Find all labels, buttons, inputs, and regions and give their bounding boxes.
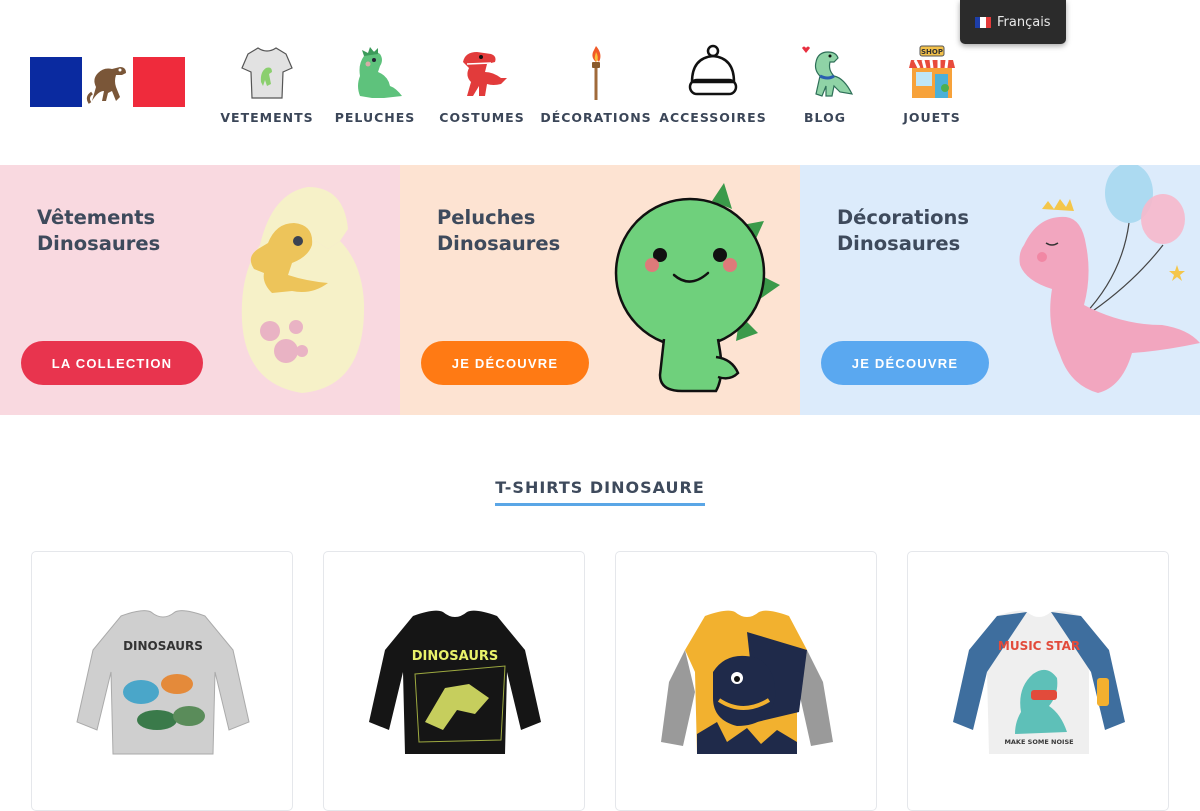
nav-label: BLOG	[804, 110, 846, 125]
banner-title: Décorations Dinosaures	[837, 205, 1037, 257]
nav-label: DÉCORATIONS	[540, 110, 652, 125]
banner-title: Peluches Dinosaures	[437, 205, 637, 257]
music-star-raglan-longsleeve-image: MUSIC STAR MAKE SOME NOISE	[953, 610, 1125, 754]
black-dinosaurs-longsleeve-image: DINOSAURS	[369, 610, 541, 754]
yellow-dino-mouth-longsleeve-image	[661, 610, 833, 754]
nav-label: VETEMENTS	[220, 110, 314, 125]
logo-red-stripe	[133, 57, 185, 107]
banner-title-line1: Décorations	[837, 206, 970, 229]
section-heading: T-SHIRTS DINOSAURE	[495, 478, 705, 506]
la-collection-button[interactable]: LA COLLECTION	[21, 341, 203, 385]
product-card[interactable]: DINOSAURS	[31, 551, 293, 811]
banner-title-line1: Peluches	[437, 206, 536, 229]
nav-item-peluches[interactable]: PELUCHES	[315, 40, 435, 125]
shirt-print-text: DINOSAURS	[123, 639, 203, 653]
shirt-print-text: MUSIC STAR	[998, 639, 1080, 653]
french-flag-icon	[975, 16, 991, 28]
grey-dinosaurs-longsleeve-image: DINOSAURS	[76, 610, 250, 755]
banner-title: Vêtements Dinosaures	[37, 205, 237, 257]
torch-icon	[592, 46, 601, 100]
nav-item-blog[interactable]: BLOG	[765, 40, 885, 125]
red-dino-costume-icon	[463, 52, 507, 96]
nav-item-jouets[interactable]: SHOP JOUETS	[872, 40, 992, 125]
banner-title-line2: Dinosaures	[837, 232, 961, 255]
product-card[interactable]: MUSIC STAR MAKE SOME NOISE	[907, 551, 1169, 811]
banner-vetements[interactable]: Vêtements Dinosaures LA COLLECTION	[0, 165, 400, 415]
banner-title-line1: Vêtements	[37, 206, 156, 229]
nav-label: ACCESSOIRES	[659, 110, 767, 125]
language-label: Français	[997, 14, 1051, 30]
banner-peluches[interactable]: Peluches Dinosaures JE DÉCOUVRE	[400, 165, 800, 415]
nav-item-accessoires[interactable]: ACCESSOIRES	[653, 40, 773, 125]
nav-label: PELUCHES	[334, 110, 416, 125]
svg-text:SHOP: SHOP	[921, 48, 943, 56]
toy-shop-icon: SHOP	[909, 45, 955, 98]
beanie-icon	[688, 44, 738, 96]
logo-dino-center	[82, 57, 133, 107]
je-decouvre-decorations-button[interactable]: JE DÉCOUVRE	[821, 341, 989, 385]
shirt-print-subtext: MAKE SOME NOISE	[1004, 738, 1073, 746]
category-banners: Vêtements Dinosaures LA COLLECTION Peluc…	[0, 165, 1200, 415]
nav-label: COSTUMES	[439, 110, 525, 125]
tshirt-dino-icon	[241, 47, 293, 99]
nav-item-vetements[interactable]: VETEMENTS	[207, 40, 327, 125]
logo-blue-stripe	[30, 57, 82, 107]
pink-dino-balloons-icon	[1019, 165, 1200, 393]
site-header: VETEMENTS PELUCHES COSTUMES DÉCORATIONS …	[0, 0, 1200, 165]
hatching-dino-egg-icon	[241, 187, 365, 393]
banner-title-line2: Dinosaures	[437, 232, 561, 255]
green-dino-plush-icon	[614, 183, 780, 393]
banner-decorations[interactable]: Décorations Dinosaures JE DÉCOUVRE	[800, 165, 1200, 415]
nav-item-decorations[interactable]: DÉCORATIONS	[536, 40, 656, 125]
shirt-print-text: DINOSAURS	[412, 649, 499, 664]
nav-item-costumes[interactable]: COSTUMES	[422, 40, 542, 125]
banner-title-line2: Dinosaures	[37, 232, 161, 255]
je-decouvre-peluches-button[interactable]: JE DÉCOUVRE	[421, 341, 589, 385]
product-grid: DINOSAURS DINOSAURS MUSIC STAR MAKE SOME…	[31, 551, 1171, 811]
section-title: T-SHIRTS DINOSAURE	[0, 478, 1200, 506]
plush-dino-icon	[358, 47, 402, 98]
product-card[interactable]: DINOSAURS	[323, 551, 585, 811]
dino-heart-icon	[802, 46, 854, 97]
product-card[interactable]	[615, 551, 877, 811]
trex-logo-icon	[86, 67, 126, 104]
site-logo[interactable]	[30, 57, 185, 107]
nav-label: JOUETS	[903, 110, 961, 125]
language-switcher[interactable]: Français	[960, 0, 1066, 44]
